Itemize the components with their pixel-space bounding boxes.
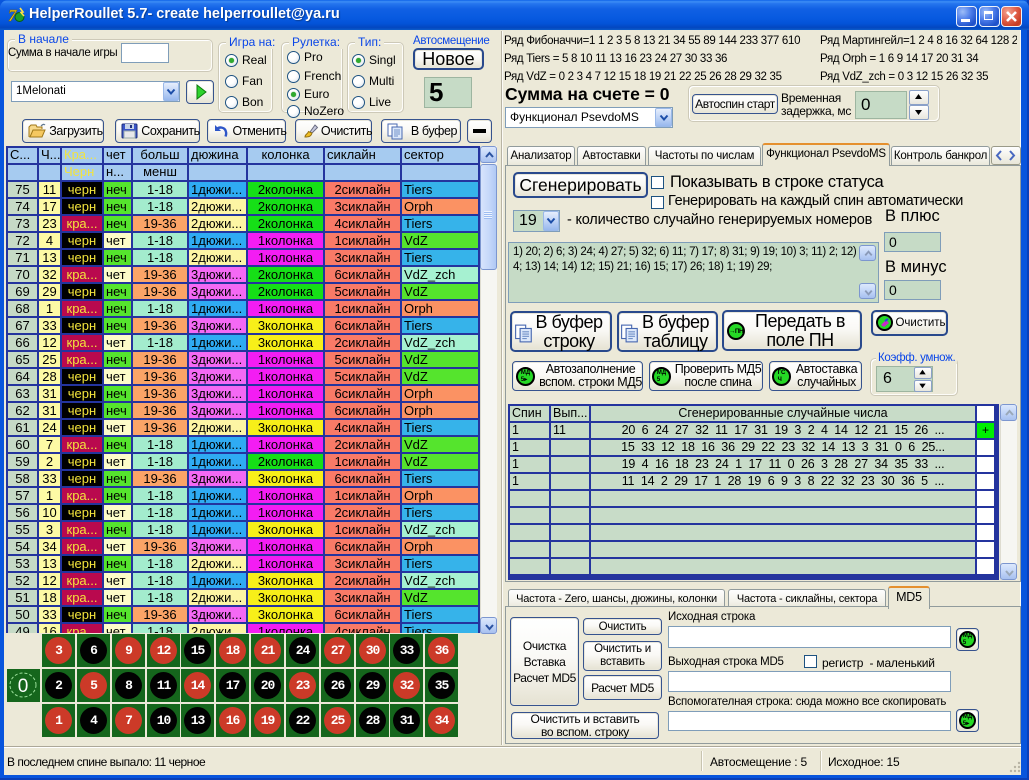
svg-text:0: 0 xyxy=(18,676,29,697)
